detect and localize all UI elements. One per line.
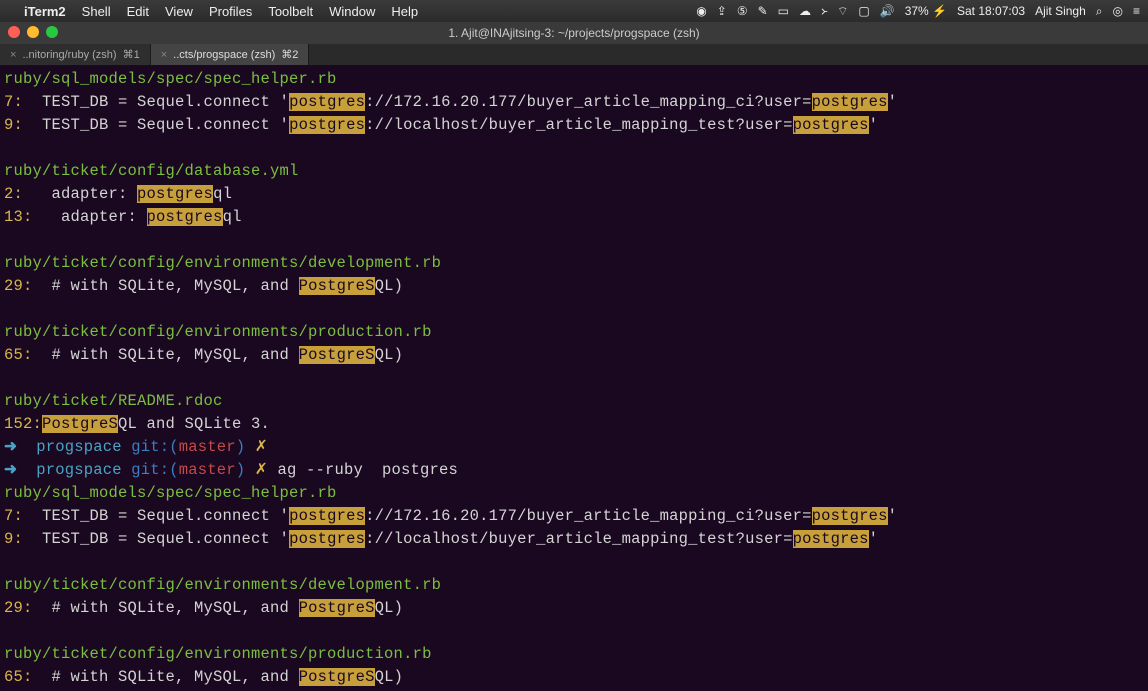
minimize-window-button[interactable] [27,26,39,38]
menu-profiles[interactable]: Profiles [209,4,252,19]
menu-window[interactable]: Window [329,4,375,19]
clock[interactable]: Sat 18:07:03 [957,4,1025,18]
shield-icon[interactable]: ⑤ [737,4,748,18]
result-line: 2: adapter: postgresql [4,183,1144,206]
app-name[interactable]: iTerm2 [24,4,66,19]
menu-edit[interactable]: Edit [127,4,149,19]
wifi-icon[interactable]: ⌔ [837,4,848,19]
result-line: 9: TEST_DB = Sequel.connect 'postgres://… [4,528,1144,551]
battery-percent[interactable]: 37% ⚡ [905,4,947,18]
close-icon[interactable]: × [10,49,16,61]
window-controls [8,26,58,38]
macos-menubar: iTerm2 Shell Edit View Profiles Toolbelt… [0,0,1148,22]
menu-toolbelt[interactable]: Toolbelt [268,4,313,19]
result-line: 65: # with SQLite, MySQL, and PostgreSQL… [4,344,1144,367]
prompt-line: ➜ progspace git:(master) ✗ ag --ruby pos… [4,459,1144,482]
bluetooth-icon[interactable]: ᚛ [821,4,827,18]
file-path: ruby/ticket/config/environments/developm… [4,576,441,594]
result-line: 7: TEST_DB = Sequel.connect 'postgres://… [4,505,1144,528]
evernote-icon[interactable]: ✎ [758,4,768,18]
file-path: ruby/ticket/config/environments/producti… [4,323,432,341]
window-title: 1. Ajit@INAjitsing-3: ~/projects/progspa… [448,26,699,40]
tab-1[interactable]: × ..nitoring/ruby (zsh) ⌘1 [0,44,151,65]
airplay-icon[interactable]: ▢ [858,4,869,18]
close-window-button[interactable] [8,26,20,38]
tab-label: ..cts/progspace (zsh) [173,49,275,61]
menubar-left: iTerm2 Shell Edit View Profiles Toolbelt… [8,4,418,19]
tab-label: ..nitoring/ruby (zsh) [22,49,116,61]
box-icon[interactable]: ▭ [778,4,789,18]
file-path: ruby/ticket/config/environments/producti… [4,645,432,663]
terminal-output[interactable]: ruby/sql_models/spec/spec_helper.rb 7: TE… [0,66,1148,691]
menubar-right: ◉ ⇪ ⑤ ✎ ▭ ☁ ᚛ ⌔ ▢ 🔊 37% ⚡ Sat 18:07:03 A… [696,4,1140,19]
result-line: 65: # with SQLite, MySQL, and PostgreSQL… [4,666,1144,689]
close-icon[interactable]: × [161,49,167,61]
spotlight-icon[interactable]: ⌕ [1096,4,1103,19]
tab-2[interactable]: × ..cts/progspace (zsh) ⌘2 [151,44,310,65]
menu-view[interactable]: View [165,4,193,19]
user-name[interactable]: Ajit Singh [1035,4,1086,18]
tab-bar: × ..nitoring/ruby (zsh) ⌘1 × ..cts/progs… [0,44,1148,66]
file-path: ruby/sql_models/spec/spec_helper.rb [4,70,337,88]
result-line: 29: # with SQLite, MySQL, and PostgreSQL… [4,275,1144,298]
prompt-line: ➜ progspace git:(master) ✗ [4,436,1144,459]
volume-icon[interactable]: 🔊 [880,4,895,18]
tab-shortcut: ⌘1 [123,48,140,61]
file-path: ruby/ticket/config/environments/developm… [4,254,441,272]
result-line: 13: adapter: postgresql [4,206,1144,229]
result-line: 7: TEST_DB = Sequel.connect 'postgres://… [4,91,1144,114]
notifications-icon[interactable]: ≡ [1133,4,1140,18]
siri-icon[interactable]: ◎ [1113,4,1123,18]
tab-shortcut: ⌘2 [281,48,298,61]
record-icon[interactable]: ◉ [696,4,706,18]
file-path: ruby/ticket/config/database.yml [4,162,299,180]
result-line: 29: # with SQLite, MySQL, and PostgreSQL… [4,597,1144,620]
zoom-window-button[interactable] [46,26,58,38]
file-path: ruby/ticket/README.rdoc [4,392,223,410]
menu-shell[interactable]: Shell [82,4,111,19]
result-line: 152:PostgreSQL and SQLite 3. [4,413,1144,436]
cloud-icon[interactable]: ☁ [799,4,811,18]
window-titlebar: 1. Ajit@INAjitsing-3: ~/projects/progspa… [0,22,1148,44]
menu-help[interactable]: Help [391,4,418,19]
dropbox-icon[interactable]: ⇪ [717,4,727,18]
result-line: 9: TEST_DB = Sequel.connect 'postgres://… [4,114,1144,137]
file-path: ruby/sql_models/spec/spec_helper.rb [4,484,337,502]
